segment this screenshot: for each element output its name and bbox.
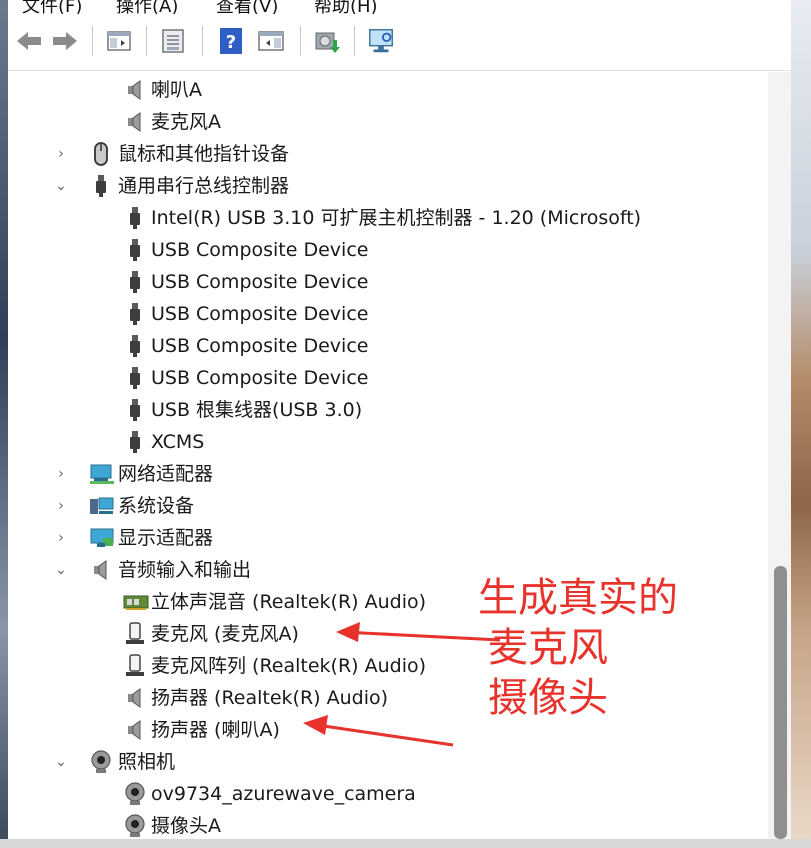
device-manager-window: 文件(F) 操作(A) 查看(V) 帮助(H) ? 喇叭A 麦克风A › 鼠标和… xyxy=(8,0,791,839)
annotation-line1: 生成真实的 xyxy=(478,575,678,621)
background-right xyxy=(791,0,811,839)
annotation-arrows xyxy=(303,622,501,747)
annotation-line3: 摄像头 xyxy=(488,675,608,721)
background-left xyxy=(0,0,8,839)
annotation-line2: 麦克风 xyxy=(488,625,608,671)
